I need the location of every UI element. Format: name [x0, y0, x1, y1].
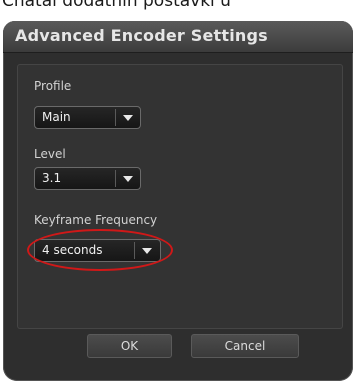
- profile-select-value: Main: [42, 110, 71, 124]
- dialog-title-bar[interactable]: Advanced Encoder Settings: [3, 21, 353, 53]
- level-select-value: 3.1: [42, 171, 62, 185]
- chevron-down-icon: [142, 248, 152, 254]
- ok-button[interactable]: OK: [87, 334, 172, 358]
- level-label: Level: [34, 147, 66, 161]
- keyframe-frequency-select-divider: [134, 242, 135, 259]
- level-select[interactable]: 3.1: [34, 167, 141, 190]
- level-select-divider: [115, 170, 116, 187]
- profile-select[interactable]: Main: [34, 106, 141, 129]
- chevron-down-icon: [123, 115, 133, 121]
- profile-select-divider: [115, 109, 116, 126]
- chevron-down-icon: [123, 176, 133, 182]
- dialog-title: Advanced Encoder Settings: [15, 26, 268, 45]
- cancel-button[interactable]: Cancel: [191, 334, 299, 358]
- keyframe-frequency-label: Keyframe Frequency: [34, 213, 158, 227]
- page-header-strip: Chatal dodatnih postavki u: [0, 0, 353, 22]
- settings-panel: [17, 64, 343, 329]
- keyframe-frequency-select[interactable]: 4 seconds: [34, 239, 161, 262]
- keyframe-frequency-select-value: 4 seconds: [42, 243, 103, 257]
- advanced-encoder-settings-dialog: Advanced Encoder Settings Profile Main L…: [3, 21, 353, 381]
- profile-label: Profile: [34, 79, 72, 93]
- page-header-text: Chatal dodatnih postavki u: [2, 0, 231, 11]
